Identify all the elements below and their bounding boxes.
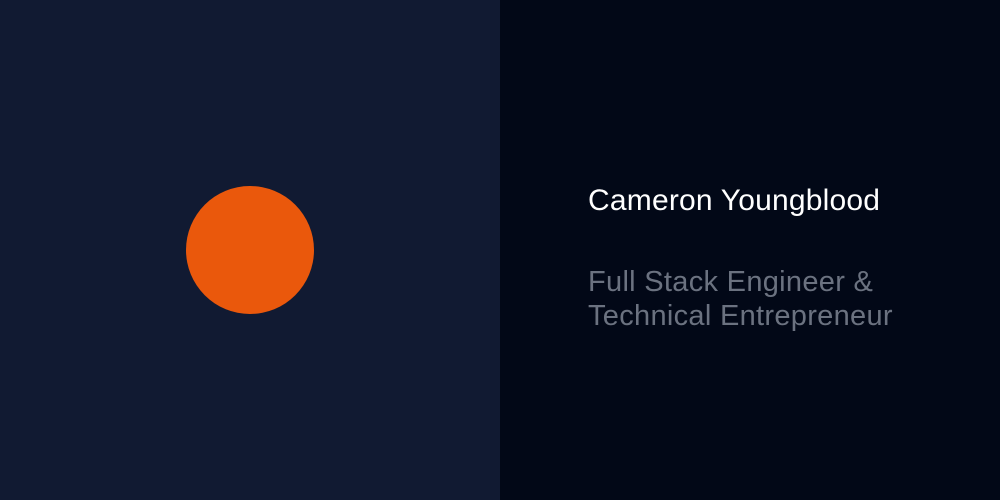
profile-card: Cameron Youngblood Full Stack Engineer &… [0, 0, 1000, 500]
accent-dot [186, 186, 314, 314]
profile-name: Cameron Youngblood [588, 184, 881, 217]
profile-tagline: Full Stack Engineer & Technical Entrepre… [588, 265, 893, 333]
tagline-line-2: Technical Entrepreneur [588, 300, 893, 332]
tagline-line-1: Full Stack Engineer & [588, 266, 874, 298]
left-panel [0, 0, 500, 500]
right-panel: Cameron Youngblood Full Stack Engineer &… [500, 0, 1000, 500]
